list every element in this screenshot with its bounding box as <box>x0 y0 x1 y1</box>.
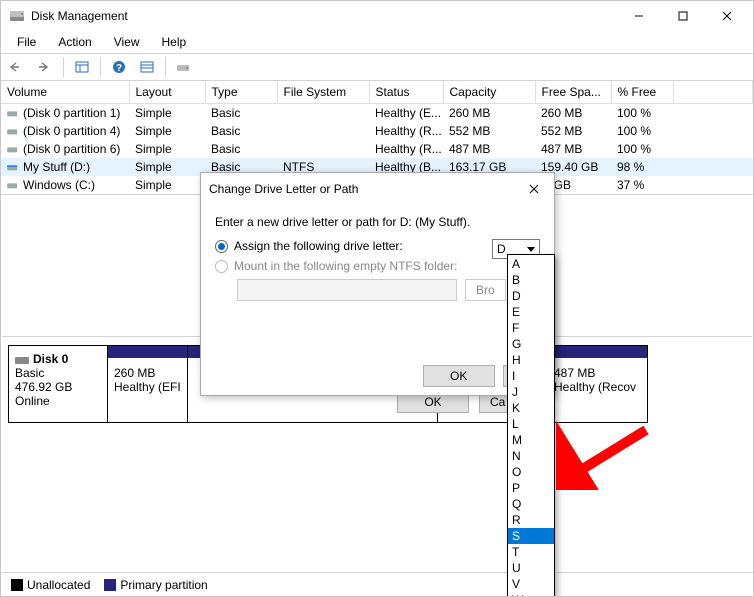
menubar: File Action View Help <box>1 31 753 53</box>
letter-option[interactable]: T <box>508 544 554 560</box>
letter-option[interactable]: L <box>508 416 554 432</box>
col-layout[interactable]: Layout <box>129 81 205 103</box>
letter-option[interactable]: A <box>508 256 554 272</box>
letter-option[interactable]: R <box>508 512 554 528</box>
table-row[interactable]: (Disk 0 partition 4)SimpleBasicHealthy (… <box>1 122 753 140</box>
letter-option[interactable]: O <box>508 464 554 480</box>
change-drive-letter-dialog: Change Drive Letter or Path Enter a new … <box>200 172 555 396</box>
toolbar-list-icon[interactable] <box>135 56 159 78</box>
letter-option[interactable]: U <box>508 560 554 576</box>
menu-file[interactable]: File <box>7 33 46 51</box>
mount-path-input <box>237 279 457 301</box>
letter-option[interactable]: Q <box>508 496 554 512</box>
letter-option[interactable]: J <box>508 384 554 400</box>
window-title: Disk Management <box>31 9 617 23</box>
dialog-ok-button[interactable]: OK <box>423 365 495 387</box>
primary-swatch <box>104 579 116 591</box>
letter-option[interactable]: G <box>508 336 554 352</box>
browse-button: Bro <box>465 279 506 301</box>
col-pct[interactable]: % Free <box>611 81 673 103</box>
letter-option[interactable]: S <box>508 528 554 544</box>
letter-option[interactable]: D <box>508 288 554 304</box>
letter-option[interactable]: N <box>508 448 554 464</box>
disk-label[interactable]: Disk 0 Basic 476.92 GB Online <box>8 345 108 423</box>
menu-help[interactable]: Help <box>152 33 197 51</box>
letter-option[interactable]: E <box>508 304 554 320</box>
letter-option[interactable]: K <box>508 400 554 416</box>
partition[interactable]: 260 MBHealthy (EFI <box>108 345 188 423</box>
disk-management-window: Disk Management File Action View Help ? … <box>0 0 754 597</box>
menu-action[interactable]: Action <box>48 33 101 51</box>
table-row[interactable]: (Disk 0 partition 6)SimpleBasicHealthy (… <box>1 140 753 158</box>
titlebar: Disk Management <box>1 1 753 31</box>
svg-text:?: ? <box>116 63 122 74</box>
disk-icon <box>15 353 29 365</box>
letter-option[interactable]: W <box>508 592 554 597</box>
chevron-down-icon <box>527 247 535 252</box>
assign-letter-label: Assign the following drive letter: <box>234 239 403 253</box>
assign-letter-radio[interactable] <box>215 240 228 253</box>
toolbar-disk-icon[interactable] <box>172 56 196 78</box>
letter-option[interactable]: I <box>508 368 554 384</box>
col-status[interactable]: Status <box>369 81 443 103</box>
drive-letter-dropdown[interactable]: ABDEFGHIJKLMNOPQRSTUVWXYZ <box>507 254 555 597</box>
forward-button[interactable] <box>33 56 57 78</box>
table-row[interactable]: (Disk 0 partition 1)SimpleBasicHealthy (… <box>1 103 753 122</box>
col-volume[interactable]: Volume <box>1 81 129 103</box>
maximize-button[interactable] <box>661 1 705 31</box>
toolbar-view-icon[interactable] <box>70 56 94 78</box>
toolbar: ? <box>1 53 753 81</box>
letter-option[interactable]: M <box>508 432 554 448</box>
mount-folder-label: Mount in the following empty NTFS folder… <box>234 259 457 273</box>
dialog-close-button[interactable] <box>522 179 546 199</box>
col-free[interactable]: Free Spa... <box>535 81 611 103</box>
app-icon <box>9 8 25 24</box>
letter-option[interactable]: B <box>508 272 554 288</box>
col-capacity[interactable]: Capacity <box>443 81 535 103</box>
letter-option[interactable]: P <box>508 480 554 496</box>
col-filesystem[interactable]: File System <box>277 81 369 103</box>
close-button[interactable] <box>705 1 749 31</box>
mount-folder-radio[interactable] <box>215 260 228 273</box>
legend: Unallocated Primary partition <box>1 572 753 596</box>
minimize-button[interactable] <box>617 1 661 31</box>
dialog-intro: Enter a new drive letter or path for D: … <box>215 215 540 229</box>
letter-option[interactable]: H <box>508 352 554 368</box>
unallocated-swatch <box>11 579 23 591</box>
letter-option[interactable]: F <box>508 320 554 336</box>
col-type[interactable]: Type <box>205 81 277 103</box>
table-header-row: Volume Layout Type File System Status Ca… <box>1 81 753 103</box>
partition[interactable]: 487 MBHealthy (Recov <box>548 345 648 423</box>
back-button[interactable] <box>5 56 29 78</box>
letter-option[interactable]: V <box>508 576 554 592</box>
dialog-title: Change Drive Letter or Path <box>209 182 522 196</box>
menu-view[interactable]: View <box>104 33 150 51</box>
help-icon[interactable]: ? <box>107 56 131 78</box>
